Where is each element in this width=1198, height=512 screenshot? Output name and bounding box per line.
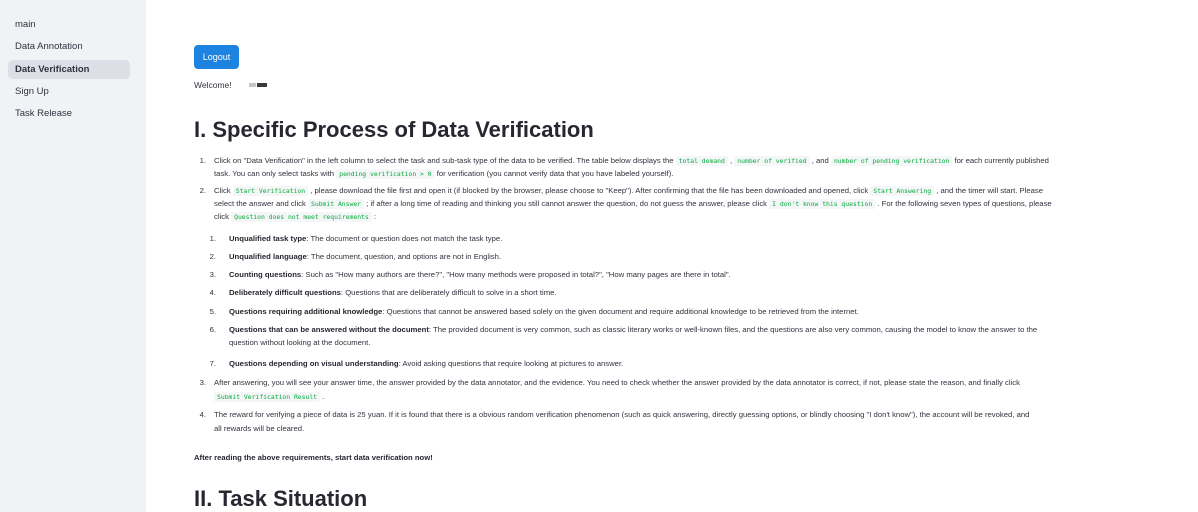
sub-list-item-6-cont: question without looking at the document… bbox=[229, 338, 371, 347]
sub-list-number: 3. bbox=[209, 270, 216, 279]
welcome-text: Welcome! bbox=[194, 80, 232, 90]
final-note: After reading the above requirements, st… bbox=[194, 453, 433, 462]
list-item-2-line-3: click Question does not meet requirement… bbox=[214, 212, 377, 222]
list-number: 2. bbox=[199, 186, 206, 195]
list-item-2-line-1: Click Start Verification , please downlo… bbox=[214, 186, 1044, 196]
sub-list-number: 7. bbox=[209, 359, 216, 368]
list-item-4-line-1: The reward for verifying a piece of data… bbox=[214, 410, 1030, 419]
list-item-1-line-1: Click on "Data Verification" in the left… bbox=[214, 156, 1049, 166]
code-submit-answer: Submit Answer bbox=[308, 199, 365, 209]
code-dont-know: I don't know this question bbox=[769, 199, 876, 209]
list-item-3-line-2: Submit Verification Result . bbox=[214, 390, 1194, 404]
logout-button[interactable]: Logout bbox=[194, 45, 239, 69]
code-submit-verification-result: Submit Verification Result bbox=[214, 392, 321, 402]
sidebar-item-data-annotation[interactable]: Data Annotation bbox=[8, 37, 130, 56]
code-total-demand: total demand bbox=[675, 156, 728, 166]
sub-list-item-7: Questions depending on visual understand… bbox=[229, 359, 624, 368]
sidebar: main Data Annotation Data Verification S… bbox=[0, 0, 146, 512]
sub-list-item-5: Questions requiring additional knowledge… bbox=[229, 307, 859, 316]
code-number-pending: number of pending verification bbox=[830, 156, 953, 166]
list-number: 3. bbox=[199, 378, 206, 387]
list-item-1-line-2: task. You can only select tasks with pen… bbox=[214, 169, 674, 179]
sub-list-item-1: Unqualified task type: The document or q… bbox=[229, 234, 503, 243]
list-item-2-line-2: select the answer and click Submit Answe… bbox=[214, 199, 1052, 209]
sub-list-item-6: Questions that can be answered without t… bbox=[229, 325, 1038, 334]
list-number: 1. bbox=[199, 156, 206, 165]
sub-list-number: 2. bbox=[209, 252, 216, 261]
section-title-verification-process: I. Specific Process of Data Verification bbox=[194, 117, 594, 142]
username-redacted bbox=[249, 83, 267, 87]
sub-list-item-3: Counting questions: Such as "How many au… bbox=[229, 270, 731, 279]
code-start-answering: Start Answering bbox=[870, 186, 935, 196]
sub-list-number: 4. bbox=[209, 288, 216, 297]
section-title-task-situation: II. Task Situation bbox=[194, 486, 368, 511]
list-item-4-line-2: all rewards will be cleared. bbox=[214, 424, 305, 433]
code-pending-verification: pending verification > 0 bbox=[336, 169, 435, 179]
code-start-verification: Start Verification bbox=[232, 186, 309, 196]
code-question-not-meet: Question does not meet requirements bbox=[231, 212, 372, 222]
sub-list-item-4: Deliberately difficult questions: Questi… bbox=[229, 288, 557, 297]
sub-list-number: 6. bbox=[209, 325, 216, 334]
sidebar-item-main[interactable]: main bbox=[8, 15, 130, 34]
sub-list-number: 1. bbox=[209, 234, 216, 243]
sub-list-number: 5. bbox=[209, 307, 216, 316]
list-item-3-line-1: After answering, you will see your answe… bbox=[214, 378, 1020, 387]
sidebar-item-data-verification[interactable]: Data Verification bbox=[8, 60, 130, 79]
sub-list-item-2: Unqualified language: The document, ques… bbox=[229, 252, 502, 261]
list-number: 4. bbox=[199, 410, 206, 419]
code-number-of-verified: number of verified bbox=[734, 156, 810, 166]
sidebar-item-sign-up[interactable]: Sign Up bbox=[8, 82, 130, 101]
sidebar-item-task-release[interactable]: Task Release bbox=[8, 104, 130, 123]
